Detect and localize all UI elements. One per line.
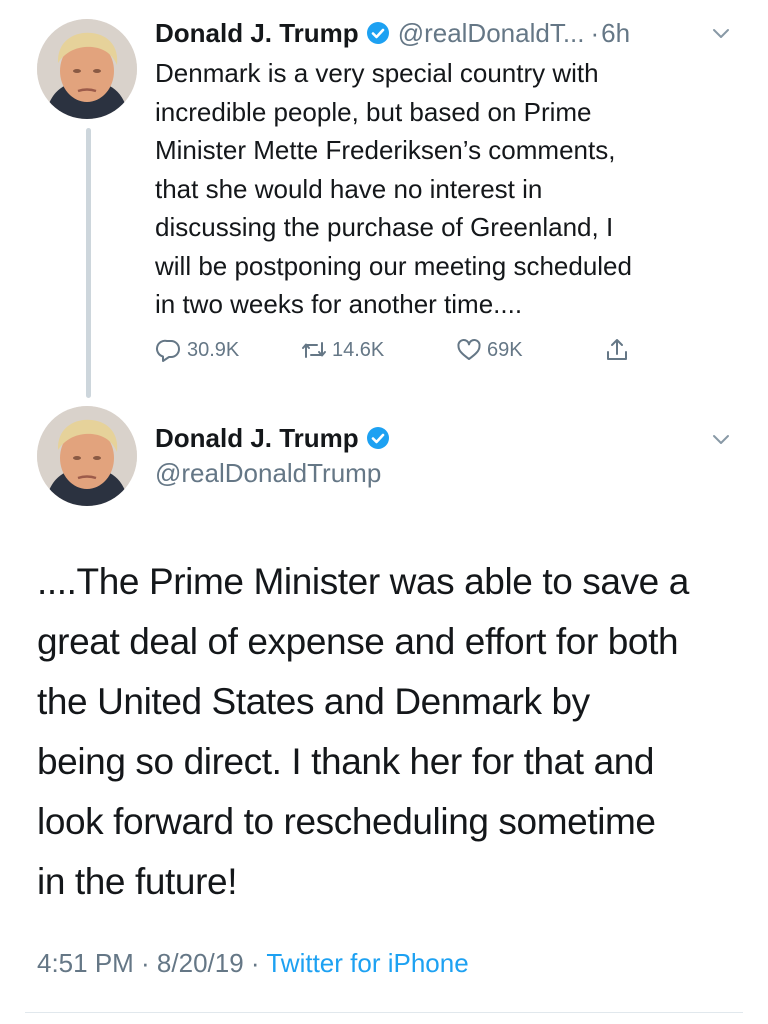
retweet-count: 14.6K: [332, 338, 385, 361]
tweet-actions: 30.9K 14.6K 69K: [155, 330, 635, 370]
chevron-down-icon[interactable]: [708, 426, 734, 452]
share-button[interactable]: [603, 336, 635, 364]
reply-button[interactable]: 30.9K: [155, 336, 300, 364]
tweet-text: Denmark is a very special country with i…: [155, 54, 745, 324]
retweet-icon: [302, 342, 326, 358]
thread-connector-line: [86, 128, 91, 398]
tweet-text-line: Denmark is a very special country with: [155, 58, 599, 88]
tweet-text-line: will be postponing our meeting scheduled: [155, 250, 632, 281]
reply-count: 30.9K: [187, 338, 240, 361]
author-handle[interactable]: @realDonaldT...: [398, 18, 585, 49]
comment-icon: [156, 339, 180, 362]
author-avatar[interactable]: [37, 406, 137, 506]
author-handle[interactable]: @realDonaldTrump: [155, 458, 381, 489]
heart-icon: [457, 338, 481, 360]
tweet-text-line: in the future!: [37, 861, 238, 902]
avatar-image: [37, 19, 137, 119]
tweet-text: ....The Prime Minister was able to save …: [37, 552, 757, 912]
author-avatar[interactable]: [37, 19, 137, 119]
divider: [25, 1012, 743, 1013]
tweet-text-line: discussing the purchase of Greenland, I: [155, 212, 614, 242]
tweet-meta: 4:51 PM · 8/20/19 · Twitter for iPhone: [37, 948, 469, 979]
tweet-text-line: ....The Prime Minister was able to save …: [37, 561, 689, 602]
tweet-source-link[interactable]: Twitter for iPhone: [266, 948, 468, 978]
tweet-text-line: being so direct. I thank her for that an…: [37, 741, 655, 782]
tweet-header: Donald J. Trump @realDonaldT... · 6h: [155, 14, 630, 52]
like-count: 69K: [487, 338, 523, 361]
meta-separator: ·: [250, 948, 260, 978]
tweet-text-line: great deal of expense and effort for bot…: [37, 621, 679, 662]
verified-badge-icon: [366, 21, 390, 45]
tweet-text-line: look forward to rescheduling sometime: [37, 801, 656, 842]
tweet-header: Donald J. Trump: [155, 420, 390, 456]
tweet-text-line: in two weeks for another time....: [155, 289, 523, 319]
tweet-text-line: the United States and Denmark by: [37, 681, 590, 722]
avatar-image: [37, 406, 137, 506]
tweet-thread: Donald J. Trump @realDonaldT... · 6h Den…: [0, 0, 768, 1024]
retweet-button[interactable]: 14.6K: [300, 336, 455, 364]
tweet-text-line: that she would have no interest in: [155, 173, 543, 204]
time-separator: ·: [590, 17, 600, 48]
chevron-down-icon[interactable]: [708, 20, 734, 46]
author-name[interactable]: Donald J. Trump: [155, 423, 359, 454]
verified-badge-icon: [366, 426, 390, 450]
tweet-timestamp[interactable]: 4:51 PM · 8/20/19: [37, 948, 244, 978]
like-button[interactable]: 69K: [455, 336, 603, 364]
author-name[interactable]: Donald J. Trump: [155, 18, 359, 49]
tweet-text-line: Minister Mette Frederiksen’s comments,: [155, 135, 616, 165]
tweet-time[interactable]: 6h: [601, 18, 630, 49]
tweet-text-line: incredible people, but based on Prime: [155, 96, 592, 127]
share-icon: [607, 339, 627, 360]
